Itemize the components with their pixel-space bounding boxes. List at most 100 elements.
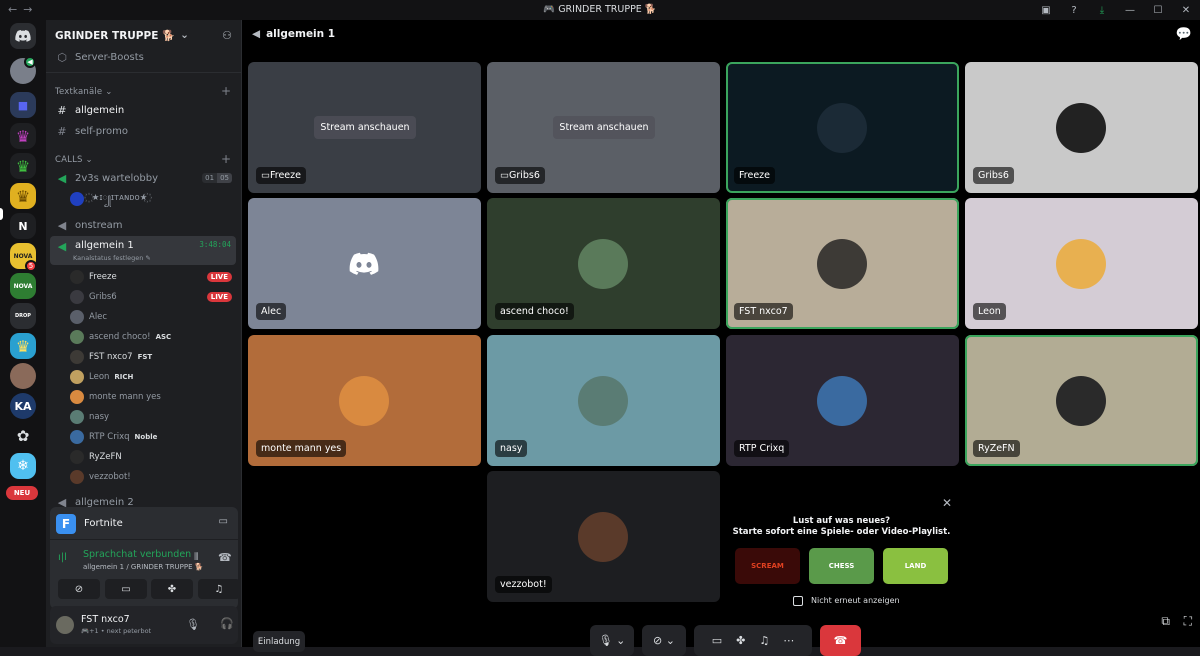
user-avatar[interactable] xyxy=(56,616,74,634)
voice-user[interactable]: ascend choco! ASC xyxy=(70,327,236,347)
server-ka[interactable]: KA xyxy=(10,393,36,419)
game-name: Fortnite xyxy=(84,517,123,529)
participant-avatar xyxy=(339,376,389,426)
close-icon[interactable]: ✕ xyxy=(942,496,952,510)
voice-channel-wartelobby[interactable]: ◀ 2v3s wartelobby 01 05 xyxy=(50,168,236,188)
disconnect-icon[interactable]: ☎ xyxy=(218,551,232,564)
watch-stream-button[interactable]: Stream anschauen xyxy=(314,116,416,139)
participant-tile[interactable]: Gribs6 xyxy=(965,62,1198,193)
server-crown-purple[interactable]: ♛ xyxy=(10,123,36,149)
invite-button[interactable]: Einladung xyxy=(253,631,305,652)
microphone-icon[interactable]: 🎙 xyxy=(186,618,200,631)
more-options-icon[interactable]: ⋯ xyxy=(783,634,794,647)
soundboard-button[interactable]: ♫ xyxy=(198,579,240,599)
soundboard-icon[interactable]: ♫ xyxy=(759,634,769,647)
game-card-land[interactable]: LAND xyxy=(883,548,948,584)
voice-user[interactable]: Leon RICH xyxy=(70,367,236,387)
participant-tile[interactable]: RyZeFN xyxy=(965,335,1198,466)
voice-location[interactable]: allgemein 1 / GRINDER TRUPPE 🐕 xyxy=(83,563,203,571)
leave-call-button[interactable]: ☎ xyxy=(820,625,861,656)
voice-status[interactable]: Sprachchat verbunden xyxy=(83,549,191,560)
voice-user[interactable]: Gribs6 LIVE xyxy=(70,287,236,307)
category-calls[interactable]: CALLS ⌄ xyxy=(55,155,93,165)
help-icon[interactable]: ? xyxy=(1060,5,1088,16)
game-card-chess[interactable]: CHESS xyxy=(809,548,874,584)
participant-tile[interactable]: monte mann yes xyxy=(248,335,481,466)
activities-button[interactable]: ✤ xyxy=(151,579,193,599)
user-tag: RICH xyxy=(114,373,134,381)
participant-tile[interactable]: nasy xyxy=(487,335,720,466)
server-boosts[interactable]: ⬡ Server-Boosts xyxy=(50,47,236,67)
server-crown-gold[interactable]: ♛ xyxy=(10,183,36,209)
server-face[interactable] xyxy=(10,363,36,389)
selected-pill xyxy=(0,208,3,220)
channel-allgemein[interactable]: # allgemein xyxy=(50,100,236,120)
add-member-icon[interactable]: ⚇ xyxy=(222,29,232,42)
server-crown-green[interactable]: ♛ xyxy=(10,153,36,179)
participant-avatar xyxy=(1056,103,1106,153)
add-channel-icon[interactable]: + xyxy=(221,84,231,98)
user-tag: Noble xyxy=(134,433,158,441)
watch-stream-button[interactable]: Stream anschauen xyxy=(553,116,655,139)
channel-self-promo[interactable]: # self-promo xyxy=(50,121,236,141)
participant-tile[interactable]: Stream anschauen ▭ Gribs6 xyxy=(487,62,720,193)
participant-avatar xyxy=(817,103,867,153)
voice-user[interactable]: Freeze LIVE xyxy=(70,267,236,287)
add-channel-icon[interactable]: + xyxy=(221,152,231,166)
participant-tile[interactable]: Freeze xyxy=(726,62,959,193)
share-screen-button[interactable]: ▭ xyxy=(105,579,147,599)
avatar xyxy=(70,410,84,424)
headphones-icon[interactable]: 🎧 xyxy=(220,617,234,630)
toggle-camera-button[interactable]: ⊘ xyxy=(58,579,100,599)
game-card-scream[interactable]: SCREAM xyxy=(735,548,800,584)
voice-user[interactable]: RyZeFN xyxy=(70,447,236,467)
participant-tile[interactable]: FST nxco7 xyxy=(726,198,959,329)
avatar xyxy=(70,290,84,304)
share-screen-icon[interactable]: ▭ xyxy=(712,634,722,647)
participant-tile[interactable]: ascend choco! xyxy=(487,198,720,329)
server-crown-blue[interactable]: ♛ xyxy=(10,333,36,359)
popout-icon[interactable]: ⧉ xyxy=(1161,614,1170,629)
participant-name-label: ▭ Freeze xyxy=(256,167,306,184)
mute-button[interactable]: 🎙 ⌄ xyxy=(590,625,634,656)
close-button[interactable]: ✕ xyxy=(1172,5,1200,16)
participant-tile[interactable]: Alec xyxy=(248,198,481,329)
voice-channel-allgemein1[interactable]: ◀ allgemein 1 3:48:04 Kanalstatus festleg… xyxy=(50,236,236,265)
fullscreen-icon[interactable]: ⛶ xyxy=(1184,614,1192,629)
server-ice[interactable]: ❄ xyxy=(10,453,36,479)
new-badge[interactable]: NEU xyxy=(6,486,38,500)
stream-screen-icon[interactable]: ▭ xyxy=(219,516,228,527)
download-icon[interactable]: ⤓ xyxy=(1088,5,1116,16)
participant-tile[interactable]: vezzobot! xyxy=(487,471,720,602)
maximize-button[interactable]: ☐ xyxy=(1144,5,1172,16)
voice-user[interactable]: Alec xyxy=(70,307,236,327)
inbox-icon[interactable]: ▣ xyxy=(1032,5,1060,16)
folder-icon[interactable]: ■ xyxy=(10,92,36,118)
server-n[interactable]: N xyxy=(10,213,36,239)
chat-bubble-icon[interactable]: 💬 xyxy=(1176,27,1192,42)
dont-show-checkbox[interactable] xyxy=(793,596,803,606)
participant-tile[interactable]: Stream anschauen ▭ Freeze xyxy=(248,62,481,193)
voice-user[interactable]: RTP Crixq Noble xyxy=(70,427,236,447)
participant-tile[interactable]: RTP Crixq xyxy=(726,335,959,466)
server-dropping[interactable]: DROP xyxy=(10,303,36,329)
noise-suppression-icon[interactable]: ⦀ xyxy=(194,552,198,563)
voice-user[interactable]: ꙰ ★ɪ꧀ɪᴛᴀɴᴅᴏ★꙰ xyxy=(70,189,236,209)
participant-tile[interactable]: Leon xyxy=(965,198,1198,329)
voice-user[interactable]: vezzobot! xyxy=(70,467,236,487)
user-name[interactable]: FST nxco7 xyxy=(81,614,130,625)
discord-home-icon[interactable] xyxy=(10,23,36,49)
channel-status[interactable]: Kanalstatus festlegen ✎ xyxy=(73,254,151,262)
category-textkanaele[interactable]: Textkanäle ⌄ xyxy=(55,87,113,97)
voice-user-name: RyZeFN xyxy=(89,452,122,462)
activities-icon[interactable]: ✤ xyxy=(736,634,745,647)
server-nova-green[interactable]: NOVA xyxy=(10,273,36,299)
voice-user[interactable]: FST nxco7 FST xyxy=(70,347,236,367)
camera-button[interactable]: ⊘ ⌄ xyxy=(642,625,686,656)
minimize-button[interactable]: — xyxy=(1116,5,1144,16)
voice-user[interactable]: monte mann yes xyxy=(70,387,236,407)
server-header[interactable]: GRINDER TRUPPE 🐕 ⌄ ⚇ xyxy=(46,20,242,50)
server-scribble[interactable]: ✿ xyxy=(10,423,36,449)
voice-user[interactable]: nasy xyxy=(70,407,236,427)
voice-channel-onstream[interactable]: ◀ onstream xyxy=(50,215,236,235)
